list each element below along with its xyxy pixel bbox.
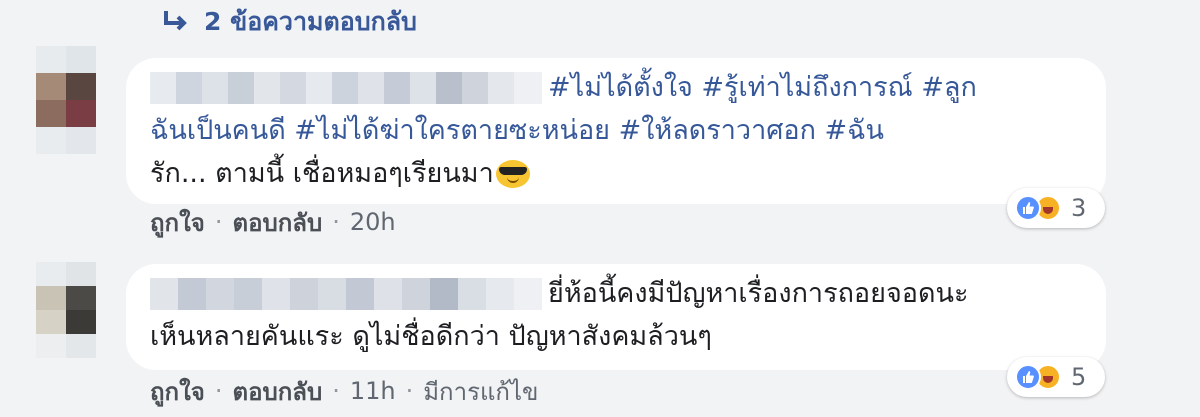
reply-arrow-icon [164, 11, 187, 31]
reply-link[interactable]: ตอบกลับ [232, 372, 322, 411]
reactions-summary[interactable]: 5 [1007, 357, 1105, 397]
comment-text-line: รัก... ตามนี้ เชื่อหมอๆเรียนมา [150, 158, 494, 189]
comment-timestamp[interactable]: 20h [350, 208, 396, 236]
comment-timestamp[interactable]: 11h [350, 377, 396, 405]
separator-dot: · [214, 208, 223, 236]
comment-text-line[interactable]: #ไม่ได้ตั้งใจ #รู้เท่าไม่ถึงการณ์ #ลูก [548, 66, 977, 109]
like-link[interactable]: ถูกใจ [150, 203, 205, 242]
comment-text-line: ยี่ห้อนี้คงมีปัญหาเรื่องการถอยจอดนะ [548, 278, 969, 309]
commenter-name-pixelated[interactable] [150, 277, 542, 310]
reply-link[interactable]: ตอบกลับ [232, 203, 322, 242]
separator-dot: · [214, 377, 223, 405]
separator-dot: · [332, 208, 340, 236]
like-reaction-icon [1015, 195, 1041, 221]
commenter-name-pixelated[interactable] [150, 71, 542, 104]
view-replies-label: 2 ข้อความตอบกลับ [204, 7, 417, 36]
comment-bubble: ยี่ห้อนี้คงมีปัญหาเรื่องการถอยจอดนะ เห็น… [126, 264, 1106, 370]
sunglasses-emoji-icon [495, 159, 530, 188]
separator-dot: · [405, 377, 414, 405]
view-replies-link[interactable]: 2 ข้อความตอบกลับ [160, 2, 417, 42]
comment-text-line: เห็นหลายคันแระ ดูไม่ชื่อดีกว่า ปัญหาสังค… [150, 321, 712, 352]
like-reaction-icon [1015, 364, 1041, 390]
reaction-count: 3 [1071, 194, 1087, 222]
comment-text-line[interactable]: ฉันเป็นคนดี #ไม่ได้ฆ่าใครตายซะหน่อย #ให้… [150, 109, 884, 152]
reaction-count: 5 [1071, 363, 1087, 391]
separator-dot: · [332, 377, 340, 405]
like-link[interactable]: ถูกใจ [150, 372, 205, 411]
comment-actions: ถูกใจ · ตอบกลับ · 20h [150, 204, 396, 240]
edited-label[interactable]: มีการแก้ไข [423, 372, 538, 411]
comment-actions: ถูกใจ · ตอบกลับ · 11h · มีการแก้ไข [150, 373, 538, 409]
avatar[interactable] [36, 46, 96, 154]
avatar[interactable] [36, 262, 96, 358]
comment-bubble: #ไม่ได้ตั้งใจ #รู้เท่าไม่ถึงการณ์ #ลูก ฉ… [126, 58, 1106, 204]
reactions-summary[interactable]: 3 [1007, 188, 1105, 228]
